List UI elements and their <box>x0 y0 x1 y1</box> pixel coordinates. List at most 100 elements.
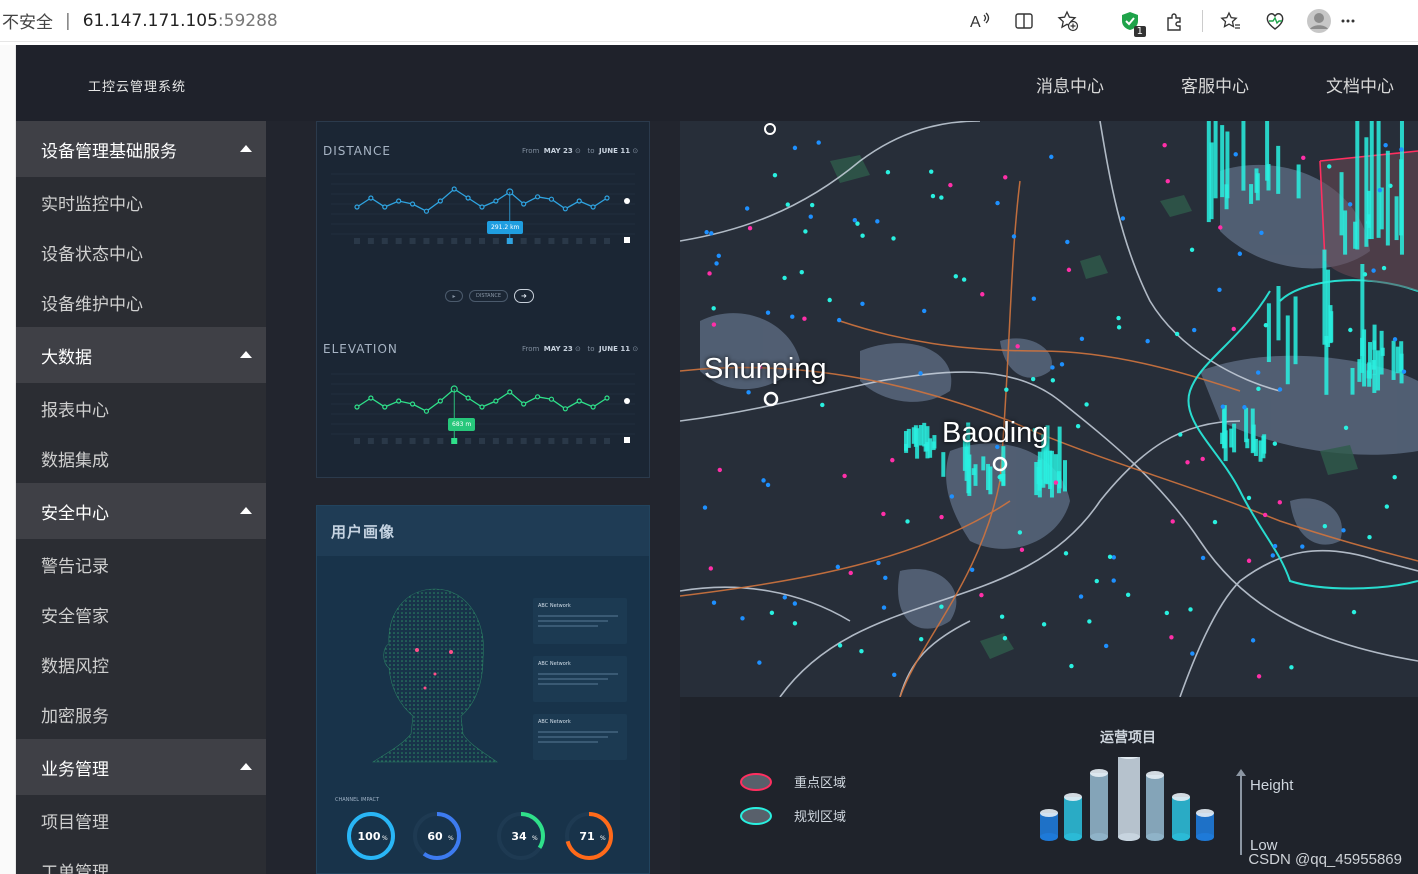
data-bar <box>1224 184 1229 210</box>
sidebar-group-security[interactable]: 安全中心 <box>16 483 266 539</box>
bar-stub <box>590 438 597 444</box>
sidebar-item-realtime-monitor[interactable]: 实时监控中心 <box>16 177 266 227</box>
add-favorite-icon[interactable] <box>1054 7 1082 35</box>
sidebar-item-projects[interactable]: 项目管理 <box>16 795 266 845</box>
address-bar[interactable]: 不安全 | 61.147.171.105:59288 <box>0 0 278 42</box>
data-dot <box>1246 495 1252 501</box>
data-dot <box>939 604 944 609</box>
data-dot <box>785 202 790 207</box>
legend-key-area: 重点区域 <box>740 772 846 791</box>
data-dot <box>792 145 798 151</box>
data-dot <box>704 230 709 235</box>
bar-stub <box>492 238 499 244</box>
ring-unit: % <box>532 835 538 842</box>
bar-stub <box>381 238 388 244</box>
security-label[interactable]: 不安全 <box>2 8 53 33</box>
data-dot <box>714 261 719 266</box>
profile-avatar-icon[interactable] <box>1305 7 1333 35</box>
data-dot <box>930 193 936 199</box>
data-dot <box>1190 651 1195 656</box>
bar-stub <box>423 238 430 244</box>
shield-extension-icon[interactable]: 1 <box>1116 7 1146 37</box>
distance-tooltip: 291.2 km <box>487 221 524 234</box>
nav-docs-center[interactable]: 文档中心 <box>1326 72 1394 97</box>
data-dot <box>1343 425 1349 431</box>
data-dot <box>792 601 798 606</box>
sidebar-group-business[interactable]: 业务管理 <box>16 739 266 795</box>
data-dot <box>1242 405 1247 410</box>
operations-legend: 运营项目 重点区域 规划区域 Height Low <box>680 697 1418 874</box>
extensions-icon[interactable] <box>1160 7 1188 35</box>
sidebar-item-security-guard[interactable]: 安全管家 <box>16 589 266 639</box>
data-bar <box>1251 424 1256 452</box>
data-dot <box>860 301 865 307</box>
series-point <box>604 395 610 401</box>
data-dot <box>1065 239 1070 245</box>
series-point <box>548 396 555 402</box>
page-left-edge <box>0 45 16 874</box>
data-dot <box>1367 535 1372 540</box>
bar-stub <box>479 238 485 244</box>
data-dot <box>1103 643 1109 649</box>
sidebar-item-device-maintenance[interactable]: 设备维护中心 <box>16 277 266 327</box>
bar-stub <box>354 238 360 244</box>
series-point <box>534 394 541 400</box>
impact-ring: 100% <box>347 812 395 860</box>
distance-select[interactable]: DISTANCE <box>469 290 508 302</box>
nav-message-center[interactable]: 消息中心 <box>1036 72 1104 97</box>
favorites-icon[interactable] <box>1217 7 1245 35</box>
sidebar-group-device[interactable]: 设备管理基础服务 <box>16 121 266 177</box>
cylinder-bottom <box>1090 833 1108 841</box>
data-dot <box>842 473 847 479</box>
data-dot <box>1059 362 1065 367</box>
cylinder-bottom <box>1118 833 1140 841</box>
series-point <box>409 201 416 207</box>
sidebar-item-device-status[interactable]: 设备状态中心 <box>16 227 266 277</box>
sidebar-item-data-risk[interactable]: 数据风控 <box>16 639 266 689</box>
data-dot <box>711 322 717 327</box>
data-dot <box>1351 609 1357 615</box>
nav-service-center[interactable]: 客服中心 <box>1181 72 1249 97</box>
series-point <box>382 404 388 410</box>
bar-stub <box>465 238 472 244</box>
impact-ring: 60% <box>413 812 461 860</box>
data-dot <box>995 200 1000 206</box>
cylinder-bottom <box>1196 833 1214 841</box>
next-button[interactable]: ➜ <box>513 289 534 303</box>
read-aloud-icon[interactable]: A <box>966 7 994 35</box>
end-bar <box>624 437 630 443</box>
data-dot <box>1049 154 1054 160</box>
elevation-from-label: From <box>522 345 540 353</box>
data-dot <box>1041 622 1047 627</box>
sidebar-item-work-orders[interactable]: 工单管理 <box>16 845 266 874</box>
bar-stub <box>562 238 569 244</box>
immersive-reader-icon[interactable] <box>1010 7 1038 35</box>
series-point <box>493 198 499 204</box>
app-window: 工控云管理系统 消息中心 客服中心 文档中心 设备管理基础服务 实时监控中心 设… <box>16 45 1418 874</box>
data-dot <box>782 595 787 600</box>
data-dot <box>939 514 944 520</box>
data-bar <box>1049 450 1054 498</box>
more-menu-icon[interactable] <box>1341 7 1355 35</box>
sidebar-item-data-integration[interactable]: 数据集成 <box>16 433 266 483</box>
data-dot <box>881 605 887 610</box>
series-point <box>534 194 541 200</box>
play-button[interactable]: ▸ <box>445 290 463 302</box>
bar-stub <box>354 438 360 444</box>
data-dot <box>1250 638 1256 643</box>
bar-stub <box>395 438 402 444</box>
sidebar-item-encryption[interactable]: 加密服务 <box>16 689 266 739</box>
browser-essentials-icon[interactable] <box>1261 7 1289 35</box>
data-dot <box>740 616 745 621</box>
data-bar <box>1206 121 1211 223</box>
data-dot <box>999 614 1005 619</box>
caret-up-icon <box>240 145 252 152</box>
data-dot <box>837 643 843 648</box>
data-dot <box>1233 152 1238 157</box>
sidebar-group-label: 安全中心 <box>41 503 109 524</box>
sidebar-item-reports[interactable]: 报表中心 <box>16 383 266 433</box>
sidebar-item-alert-log[interactable]: 警告记录 <box>16 539 266 589</box>
address-separator: | <box>65 10 71 31</box>
sidebar-group-bigdata[interactable]: 大数据 <box>16 327 266 383</box>
data-dot <box>1341 528 1346 533</box>
